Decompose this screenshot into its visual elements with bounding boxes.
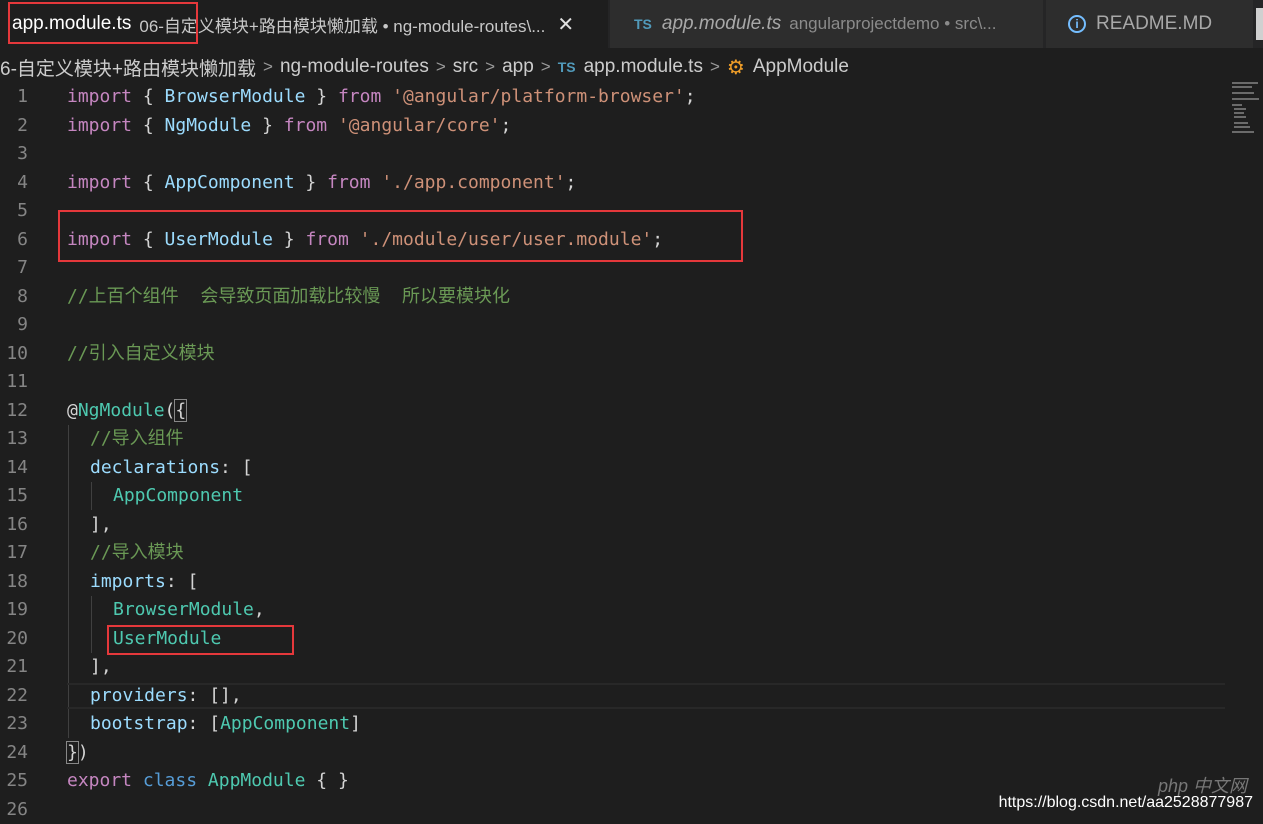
line-number: 14: [0, 454, 28, 483]
code-comment: //导入模块: [90, 542, 184, 563]
tab-app-module-second[interactable]: TS app.module.ts angularprojectdemo • sr…: [610, 0, 1044, 48]
code-line: 1 import { BrowserModule } from '@angula…: [0, 83, 1225, 112]
code-line: 10 //引入自定义模块: [0, 340, 1225, 369]
line-number: 6: [0, 226, 28, 255]
code-comment: //导入组件: [90, 428, 184, 449]
code-line: 24 }): [0, 739, 1225, 768]
line-number: 2: [0, 112, 28, 141]
code-line: 21 ],: [0, 653, 1225, 682]
breadcrumb-item[interactable]: 6-自定义模块+路由模块懒加载: [0, 54, 256, 81]
code-editor[interactable]: 1 import { BrowserModule } from '@angula…: [0, 83, 1263, 822]
line-number: 7: [0, 254, 28, 283]
line-number: 19: [0, 596, 28, 625]
code-line: 23 bootstrap: [AppComponent]: [0, 710, 1225, 739]
tab-file-name: app.module.ts: [662, 13, 781, 35]
tab-readme[interactable]: i README.MD: [1046, 0, 1254, 48]
code-line: 2 import { NgModule } from '@angular/cor…: [0, 112, 1225, 141]
code-line: 25 export class AppModule { }: [0, 767, 1225, 796]
minimap[interactable]: [1232, 80, 1260, 135]
breadcrumb-item[interactable]: src: [453, 56, 478, 78]
line-number: 18: [0, 568, 28, 597]
module-symbol-icon: ⚙: [727, 55, 745, 80]
line-number: 8: [0, 283, 28, 312]
line-number: 23: [0, 710, 28, 739]
code-line: 8 //上百个组件 会导致页面加载比较慢 所以要模块化: [0, 283, 1225, 312]
line-number: 15: [0, 482, 28, 511]
code-line: 9: [0, 311, 1225, 340]
code-line: 19 BrowserModule,: [0, 596, 1225, 625]
code-line: 3: [0, 140, 1225, 169]
code-line: 16 ],: [0, 511, 1225, 540]
code-line: 4 import { AppComponent } from './app.co…: [0, 169, 1225, 198]
line-number: 17: [0, 539, 28, 568]
breadcrumb-symbol[interactable]: AppModule: [753, 56, 849, 78]
tab-highlight-box: [8, 2, 198, 44]
chevron-right-icon: >: [263, 57, 273, 77]
code-line: 18 imports: [: [0, 568, 1225, 597]
line-number: 4: [0, 169, 28, 198]
line-number: 11: [0, 368, 28, 397]
breadcrumb-item[interactable]: ng-module-routes: [280, 56, 429, 78]
line-number: 3: [0, 140, 28, 169]
line-number: 1: [0, 83, 28, 112]
line-number: 24: [0, 739, 28, 768]
chevron-right-icon: >: [485, 57, 495, 77]
chevron-right-icon: >: [541, 57, 551, 77]
breadcrumb: 6-自定义模块+路由模块懒加载 > ng-module-routes > src…: [0, 52, 849, 82]
chevron-right-icon: >: [436, 57, 446, 77]
line-number: 16: [0, 511, 28, 540]
code-line: 11: [0, 368, 1225, 397]
tab-file-description: angularprojectdemo • src\...: [789, 14, 996, 34]
tab-file-name: README.MD: [1096, 13, 1212, 35]
chevron-right-icon: >: [710, 57, 720, 77]
line-number: 20: [0, 625, 28, 654]
tab-overflow-edge: [1256, 8, 1263, 40]
line-number: 25: [0, 767, 28, 796]
tab-file-description: 06-自定义模块+路由模块懒加载 • ng-module-routes\...: [139, 12, 545, 37]
code-comment: //引入自定义模块: [67, 343, 215, 364]
info-icon: i: [1068, 15, 1086, 33]
code-line: 17 //导入模块: [0, 539, 1225, 568]
line-number: 22: [0, 682, 28, 711]
breadcrumb-item[interactable]: app: [502, 56, 534, 78]
code-line: 12 @NgModule({: [0, 397, 1225, 426]
line-number: 26: [0, 796, 28, 824]
line-number: 21: [0, 653, 28, 682]
code-line: 14 declarations: [: [0, 454, 1225, 483]
close-icon[interactable]: ✕: [557, 12, 574, 36]
url-watermark: https://blog.csdn.net/aa2528877987: [999, 794, 1253, 812]
code-line: 22 providers: [],: [0, 682, 1225, 711]
typescript-file-icon: TS: [634, 16, 652, 32]
breadcrumb-file[interactable]: app.module.ts: [584, 56, 703, 78]
usermodule-highlight-box: [107, 625, 294, 655]
line-number: 13: [0, 425, 28, 454]
import-highlight-box: [58, 210, 743, 262]
line-number: 10: [0, 340, 28, 369]
line-number: 5: [0, 197, 28, 226]
line-number: 9: [0, 311, 28, 340]
code-line: 13 //导入组件: [0, 425, 1225, 454]
code-line: 15 AppComponent: [0, 482, 1225, 511]
line-number: 12: [0, 397, 28, 426]
typescript-file-icon: TS: [558, 59, 576, 75]
code-comment: //上百个组件 会导致页面加载比较慢 所以要模块化: [67, 286, 510, 307]
